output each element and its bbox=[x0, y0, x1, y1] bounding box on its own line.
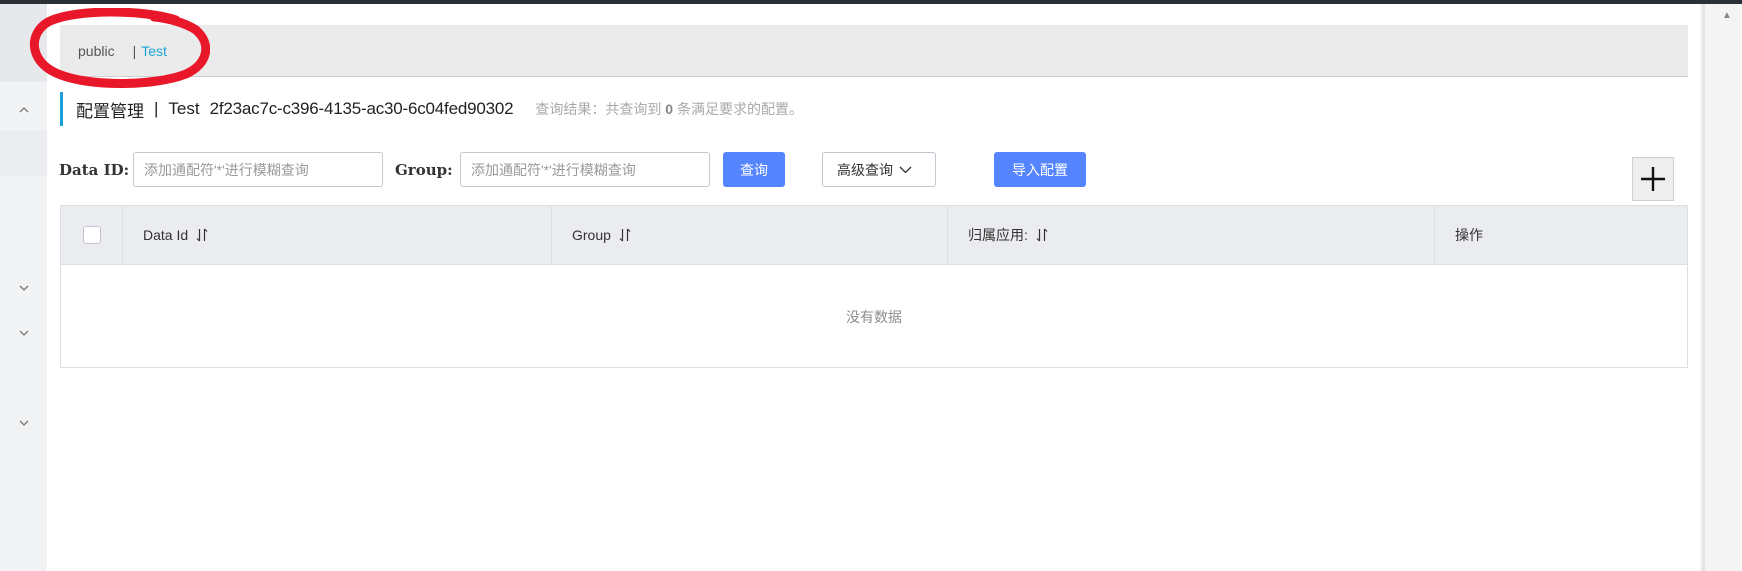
group-input[interactable] bbox=[460, 152, 710, 187]
filter-row: Data ID: Group: 查询 高级查询 导入配置 bbox=[59, 152, 1659, 188]
table-header: Data Id Group 归属应用: 操作 bbox=[61, 206, 1687, 265]
page-title-text: 配置管理 bbox=[76, 101, 144, 121]
scroll-up-arrow-icon[interactable]: ▲ bbox=[1720, 8, 1734, 22]
sort-icon[interactable] bbox=[619, 228, 631, 242]
column-app-label: 归属应用: bbox=[968, 227, 1028, 243]
sidebar bbox=[0, 4, 47, 571]
chevron-down-icon[interactable] bbox=[0, 411, 47, 435]
top-bar bbox=[0, 0, 1742, 4]
sidebar-block-top bbox=[0, 4, 47, 82]
query-result-suffix: 条满足要求的配置。 bbox=[676, 101, 803, 117]
namespace-bar: public | Test bbox=[60, 25, 1688, 77]
sidebar-block-active[interactable] bbox=[0, 130, 47, 176]
title-separator: | bbox=[154, 99, 159, 118]
data-id-label: Data ID: bbox=[59, 161, 130, 179]
empty-state: 没有数据 bbox=[846, 308, 902, 325]
group-label: Group: bbox=[395, 161, 453, 179]
data-id-input[interactable] bbox=[133, 152, 383, 187]
scrollbar-track[interactable] bbox=[1702, 4, 1705, 571]
namespace-public[interactable]: public bbox=[78, 43, 115, 59]
chevron-down-icon bbox=[899, 166, 912, 174]
sort-icon[interactable] bbox=[196, 228, 208, 242]
column-app[interactable]: 归属应用: bbox=[948, 206, 1435, 264]
query-result-count: 0 bbox=[665, 101, 674, 117]
scrollbar[interactable] bbox=[1700, 4, 1742, 571]
plus-icon bbox=[1641, 167, 1665, 191]
sort-icon[interactable] bbox=[1036, 228, 1048, 242]
config-table: Data Id Group 归属应用: 操作 没有数据 bbox=[60, 205, 1688, 368]
chevron-down-icon[interactable] bbox=[0, 276, 47, 300]
title-namespace-id: 2f23ac7c-c396-4135-ac30-6c04fed90302 bbox=[209, 99, 514, 118]
advanced-query-button[interactable]: 高级查询 bbox=[822, 152, 936, 187]
query-button[interactable]: 查询 bbox=[723, 152, 785, 187]
namespace-test[interactable]: Test bbox=[141, 43, 167, 59]
query-result-summary: 查询结果：共查询到 0 条满足要求的配置。 bbox=[535, 99, 803, 119]
column-group[interactable]: Group bbox=[552, 206, 948, 264]
chevron-down-icon[interactable] bbox=[0, 321, 47, 345]
title-namespace: Test bbox=[168, 99, 200, 118]
select-all-checkbox[interactable] bbox=[82, 226, 101, 244]
add-config-button[interactable] bbox=[1632, 157, 1674, 201]
chevron-up-icon[interactable] bbox=[0, 98, 47, 122]
advanced-query-label: 高级查询 bbox=[837, 161, 893, 178]
column-actions: 操作 bbox=[1435, 206, 1687, 264]
column-data-id[interactable]: Data Id bbox=[123, 206, 552, 264]
namespace-separator: | bbox=[132, 42, 137, 59]
query-result-prefix: 查询结果：共查询到 bbox=[535, 101, 662, 117]
page-title: 配置管理 | Test 2f23ac7c-c396-4135-ac30-6c04… bbox=[60, 92, 803, 126]
column-data-id-label: Data Id bbox=[143, 227, 189, 243]
header-checkbox-cell bbox=[61, 206, 123, 264]
column-actions-label: 操作 bbox=[1455, 227, 1483, 243]
import-config-button[interactable]: 导入配置 bbox=[994, 152, 1086, 187]
column-group-label: Group bbox=[572, 227, 611, 243]
